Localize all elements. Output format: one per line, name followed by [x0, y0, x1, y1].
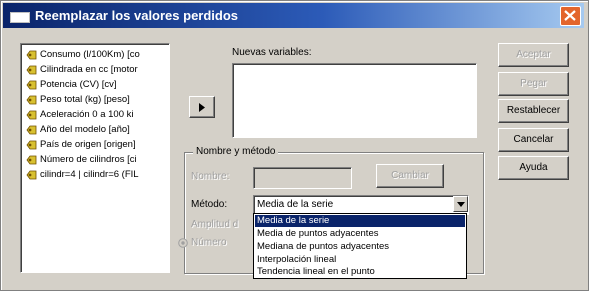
method-option[interactable]: Media de la serie [255, 215, 465, 227]
accept-button[interactable]: Aceptar [498, 43, 569, 67]
replace-missing-values-dialog: Reemplazar los valores perdidos Consumo … [0, 0, 589, 291]
close-button[interactable] [560, 6, 581, 26]
method-dropdown-button[interactable] [453, 196, 468, 212]
reset-button[interactable]: Restablecer [498, 99, 569, 123]
name-label: Nombre: [191, 171, 230, 182]
radio-selected-icon [178, 238, 188, 248]
method-dropdown-list[interactable]: Media de la serie Media de puntos adyace… [253, 213, 467, 279]
variable-label: Año del modelo [año] [40, 124, 130, 135]
method-option[interactable]: Interpolación lineal [255, 254, 465, 266]
scale-variable-icon [26, 125, 37, 135]
radio-label: Número [191, 237, 227, 248]
new-variables-label: Nuevas variables: [232, 47, 312, 58]
window-title: Reemplazar los valores perdidos [35, 8, 239, 23]
window-icon [10, 12, 30, 23]
scale-variable-icon [26, 50, 37, 60]
title-bar: Reemplazar los valores perdidos [3, 3, 584, 28]
group-title: Nombre y método [193, 146, 279, 157]
method-option[interactable]: Media de puntos adyacentes [255, 228, 465, 240]
variable-label: Aceleración 0 a 100 ki [40, 109, 134, 120]
scale-variable-icon [26, 65, 37, 75]
move-variable-button[interactable] [189, 96, 215, 118]
close-icon [564, 10, 576, 21]
chevron-down-icon [457, 202, 465, 207]
scale-variable-icon [26, 80, 37, 90]
variable-label: Peso total (kg) [peso] [40, 94, 130, 105]
scale-variable-icon [26, 155, 37, 165]
paste-button[interactable]: Pegar [498, 72, 569, 96]
method-select-value: Media de la serie [257, 199, 334, 210]
variable-label: Potencia (CV) [cv] [40, 79, 117, 90]
variable-label: cilindr=4 | cilindr=6 (FIL [40, 169, 139, 180]
method-option[interactable]: Tendencia lineal en el punto [255, 266, 465, 278]
right-arrow-icon [199, 103, 205, 112]
span-label: Amplitud d [191, 219, 239, 230]
name-input[interactable] [253, 167, 352, 189]
method-label: Método: [191, 199, 228, 210]
cancel-button[interactable]: Cancelar [498, 128, 569, 152]
scale-variable-icon [26, 170, 37, 180]
variable-label: Cilindrada en cc [motor [40, 64, 138, 75]
scale-variable-icon [26, 140, 37, 150]
scale-variable-icon [26, 110, 37, 120]
variables-listbox[interactable]: Consumo (l/100Km) [co Cilindrada en cc [… [20, 43, 170, 273]
new-variables-listbox[interactable] [232, 63, 477, 138]
help-button[interactable]: Ayuda [498, 156, 569, 180]
method-select[interactable]: Media de la serie [253, 195, 469, 215]
variable-label: Consumo (l/100Km) [co [40, 49, 140, 60]
variable-label: País de origen [origen] [40, 139, 136, 150]
scale-variable-icon [26, 95, 37, 105]
method-option[interactable]: Mediana de puntos adyacentes [255, 241, 465, 253]
change-button[interactable]: Cambiar [376, 164, 444, 188]
variable-label: Número de cilindros [ci [40, 154, 137, 165]
